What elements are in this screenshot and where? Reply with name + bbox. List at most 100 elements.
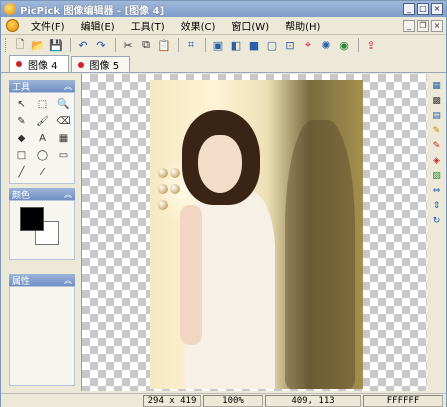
picpick-window: PicPick 图像编辑器 - [图像 4] _ □ × 文件(F) 编辑(E)… [0, 0, 447, 407]
tab-label: 图像 5 [89, 61, 120, 72]
fill-tool-icon[interactable]: ◆ [12, 130, 31, 146]
ellipse-tool-icon[interactable]: ◯ [33, 147, 52, 163]
effect-1-icon[interactable]: ▦ [431, 80, 443, 92]
colors-panel-title: 颜色 [12, 190, 31, 201]
color-balance-icon[interactable]: ◈ [431, 155, 443, 167]
share-icon[interactable]: ⇪ [363, 37, 379, 53]
zoom-tool-icon[interactable]: 🔍 [54, 96, 73, 112]
menu-tools[interactable]: 工具(T) [123, 18, 173, 33]
photo-light-dot [158, 184, 168, 194]
palette-icon[interactable]: ▨ [431, 170, 443, 182]
toolbar-separator [358, 38, 359, 52]
region-capture-icon[interactable]: ▢ [264, 37, 280, 53]
fixed-region-icon[interactable]: ⊡ [282, 37, 298, 53]
properties-panel-title: 属性 [12, 276, 31, 287]
new-icon[interactable]: 🗋 [12, 37, 28, 53]
tab-image-5[interactable]: 图像 5 [70, 56, 131, 72]
status-bar: 294 x 419 100% 409, 113 FFFFFF [1, 393, 446, 407]
tab-label: 图像 4 [28, 60, 58, 72]
rotate-icon[interactable]: ↻ [431, 215, 443, 227]
eyedropper-tool-icon[interactable]: ⁄ [33, 164, 52, 180]
cut-icon[interactable]: ✂ [120, 37, 136, 53]
brush-tool-icon[interactable]: 🖌 [33, 113, 52, 129]
pen-effect-icon[interactable]: ✎ [431, 140, 443, 152]
effect-2-icon[interactable]: ▩ [431, 95, 443, 107]
image-tool-icon[interactable]: ▦ [54, 130, 73, 146]
flip-vertical-icon[interactable]: ⇕ [431, 200, 443, 212]
foreground-color-swatch[interactable] [20, 207, 44, 231]
status-cursor-position: 409, 113 [265, 394, 361, 407]
tools-grid: ↖ ⬚ 🔍 ✎ 🖌 ⌫ ◆ A ▦ □ ◯ ▭ ╱ ⁄ [9, 92, 75, 184]
rounded-rect-tool-icon[interactable]: ▭ [54, 147, 73, 163]
doc-restore-button[interactable]: ❐ [417, 20, 429, 32]
collapse-chevron-icon[interactable]: ︽ [64, 189, 72, 200]
color-swatches [9, 200, 75, 260]
photo-light-dot [170, 168, 180, 178]
screen-capture-icon[interactable]: ▣ [210, 37, 226, 53]
status-zoom: 100% [203, 394, 263, 407]
doc-close-button[interactable]: × [431, 20, 443, 32]
toolbar-separator [70, 38, 71, 52]
toolbar-grip[interactable] [5, 38, 8, 52]
fullscreen-icon[interactable]: ■ [246, 37, 262, 53]
menu-bar: 文件(F) 编辑(E) 工具(T) 效果(C) 窗口(W) 帮助(H) _ ❐ … [1, 17, 446, 35]
select-tool-icon[interactable]: ⬚ [33, 96, 52, 112]
paste-icon[interactable]: 📋 [156, 37, 172, 53]
maximize-button[interactable]: □ [417, 3, 429, 15]
collapse-chevron-icon[interactable]: ︽ [64, 275, 72, 286]
toolbar-separator [115, 38, 116, 52]
tools-panel-header[interactable]: 工具 ︽ [9, 80, 75, 93]
line-tool-icon[interactable]: ╱ [12, 164, 31, 180]
text-tool-icon[interactable]: A [33, 130, 52, 146]
save-icon[interactable]: 💾 [48, 37, 64, 53]
toolbar-separator [205, 38, 206, 52]
toolbar-separator [178, 38, 179, 52]
collapse-chevron-icon[interactable]: ︽ [64, 81, 72, 92]
color-picker-icon[interactable]: ◉ [336, 37, 352, 53]
right-toolbar: ▦ ▩ ▤ ✎ ✎ ◈ ▨ ⇔ ⇕ ↻ [429, 80, 444, 250]
pencil-tool-icon[interactable]: ✎ [12, 113, 31, 129]
document-tabs: 图像 4 图像 5 [1, 55, 446, 73]
window-capture-icon[interactable]: ◧ [228, 37, 244, 53]
photo-image [150, 80, 363, 389]
rectangle-tool-icon[interactable]: □ [12, 147, 31, 163]
eraser-tool-icon[interactable]: ⌫ [54, 113, 73, 129]
copy-icon[interactable]: ⧉ [138, 37, 154, 53]
freehand-icon[interactable]: ✺ [318, 37, 334, 53]
crop-icon[interactable]: ⌗ [183, 37, 199, 53]
tab-image-4[interactable]: 图像 4 [9, 55, 69, 72]
properties-panel-header[interactable]: 属性 ︽ [9, 274, 75, 287]
image-tab-icon [77, 61, 84, 68]
brush-effect-icon[interactable]: ✎ [431, 125, 443, 137]
menu-edit[interactable]: 编辑(E) [73, 18, 123, 33]
picpick-logo-icon [4, 3, 16, 15]
menu-file[interactable]: 文件(F) [23, 18, 73, 33]
redo-icon[interactable]: ↷ [93, 37, 109, 53]
colors-panel-header[interactable]: 颜色 ︽ [9, 188, 75, 201]
photo-figure-arm [180, 205, 202, 345]
title-bar[interactable]: PicPick 图像编辑器 - [图像 4] _ □ × [1, 1, 446, 17]
status-pixel-color: FFFFFF [363, 394, 443, 407]
undo-icon[interactable]: ↶ [75, 37, 91, 53]
image-canvas[interactable] [81, 74, 427, 391]
status-image-size: 294 x 419 [143, 394, 201, 407]
doc-minimize-button[interactable]: _ [403, 20, 415, 32]
image-tab-icon [16, 61, 22, 67]
menu-window[interactable]: 窗口(W) [223, 18, 277, 33]
window-title: PicPick 图像编辑器 - [图像 4] [20, 5, 165, 17]
pointer-tool-icon[interactable]: ↖ [12, 96, 31, 112]
flip-horizontal-icon[interactable]: ⇔ [431, 185, 443, 197]
main-toolbar: 🗋 📂 💾 ↶ ↷ ✂ ⧉ 📋 ⌗ ▣ ◧ ■ ▢ ⊡ ⌖ ✺ ◉ ⇪ [1, 36, 446, 54]
photo-figure-face [198, 135, 242, 193]
properties-body [9, 286, 75, 386]
minimize-button[interactable]: _ [403, 3, 415, 15]
open-icon[interactable]: 📂 [30, 37, 46, 53]
menu-effects[interactable]: 效果(C) [173, 18, 224, 33]
effect-3-icon[interactable]: ▤ [431, 110, 443, 122]
tools-panel-title: 工具 [12, 82, 31, 93]
menu-help[interactable]: 帮助(H) [277, 18, 328, 33]
close-button[interactable]: × [431, 3, 443, 15]
photo-reflection [285, 120, 355, 389]
app-menu-icon[interactable] [6, 19, 19, 32]
crosshair-icon[interactable]: ⌖ [300, 37, 316, 53]
